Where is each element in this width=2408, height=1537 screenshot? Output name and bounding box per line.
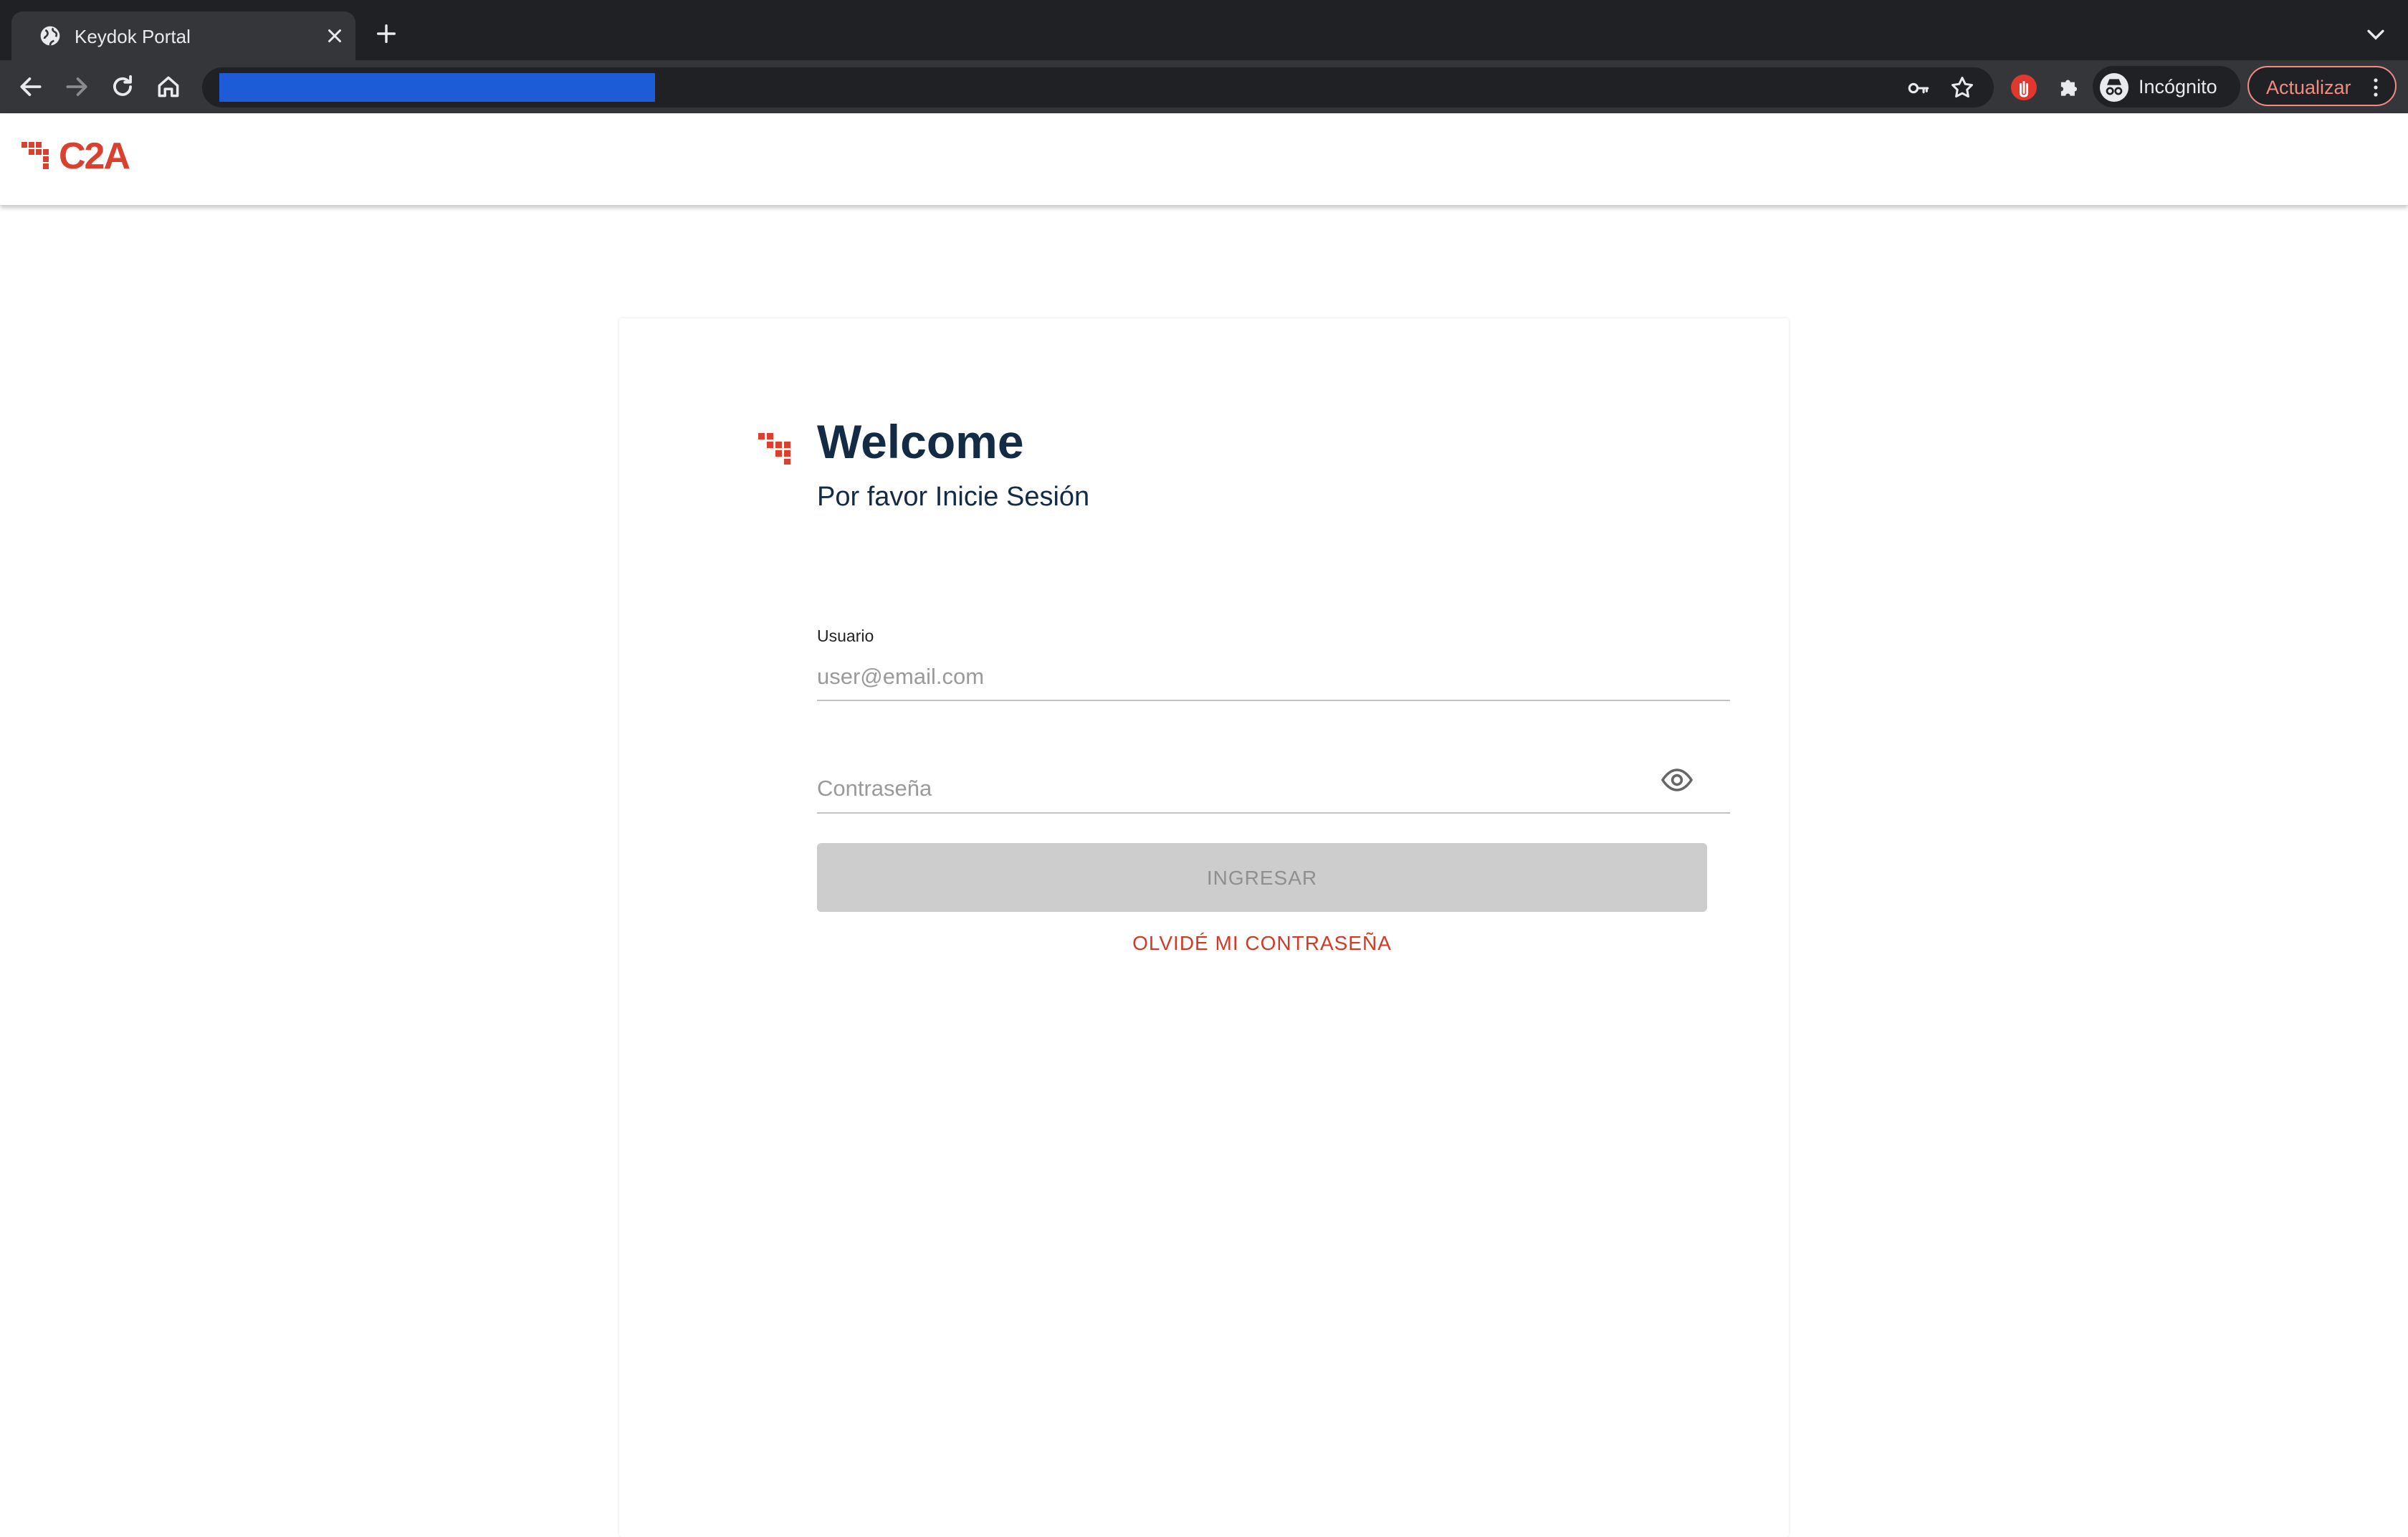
hand-icon (2020, 81, 2028, 97)
plus-icon[interactable] (374, 22, 398, 46)
username-underline (817, 700, 1730, 701)
close-icon[interactable] (324, 25, 345, 47)
forgot-password-link[interactable]: OLVIDÉ MI CONTRASEÑA (817, 932, 1707, 955)
globe-icon (40, 26, 60, 46)
brand-mark-icon (758, 433, 790, 465)
app-header: C2A (0, 113, 2408, 205)
browser-toolbar: Incógnito Actualizar (0, 60, 2408, 113)
login-subtitle: Por favor Inicie Sesión (817, 482, 1090, 512)
password-input[interactable] (817, 768, 1663, 809)
username-input[interactable] (817, 657, 1730, 697)
back-arrow-icon[interactable] (17, 73, 44, 100)
incognito-icon (2100, 73, 2128, 102)
tab-title: Keydok Portal (75, 26, 191, 47)
address-bar[interactable] (202, 67, 1994, 108)
forward-arrow-icon[interactable] (63, 73, 90, 100)
browser-tabstrip: Keydok Portal (0, 0, 2408, 60)
eye-icon[interactable] (1660, 763, 1694, 797)
extension-icon[interactable] (2011, 75, 2037, 100)
browser-tab[interactable]: Keydok Portal (11, 11, 355, 60)
submit-label: INGRESAR (1206, 867, 1318, 889)
brand-name: C2A (59, 135, 130, 177)
profile-button[interactable]: Incógnito (2093, 66, 2240, 108)
welcome-heading: Welcome (817, 415, 1024, 468)
update-label: Actualizar (2266, 77, 2351, 98)
home-icon[interactable] (155, 73, 182, 100)
star-icon[interactable] (1949, 75, 1975, 100)
login-submit-button[interactable]: INGRESAR (817, 843, 1707, 912)
brand-logo-icon[interactable] (22, 139, 56, 173)
chevron-down-icon[interactable] (2364, 26, 2388, 44)
puzzle-icon[interactable] (2055, 73, 2083, 100)
key-icon[interactable] (1906, 76, 1931, 100)
url-redacted-block (219, 73, 655, 102)
login-card: Welcome Por favor Inicie Sesión Usuario … (619, 318, 1789, 1537)
username-label: Usuario (817, 627, 874, 645)
profile-label: Incógnito (2139, 76, 2217, 97)
update-button[interactable]: Actualizar (2247, 66, 2397, 106)
reload-icon[interactable] (109, 73, 136, 100)
password-underline (817, 812, 1730, 814)
more-vert-icon (2374, 78, 2378, 97)
